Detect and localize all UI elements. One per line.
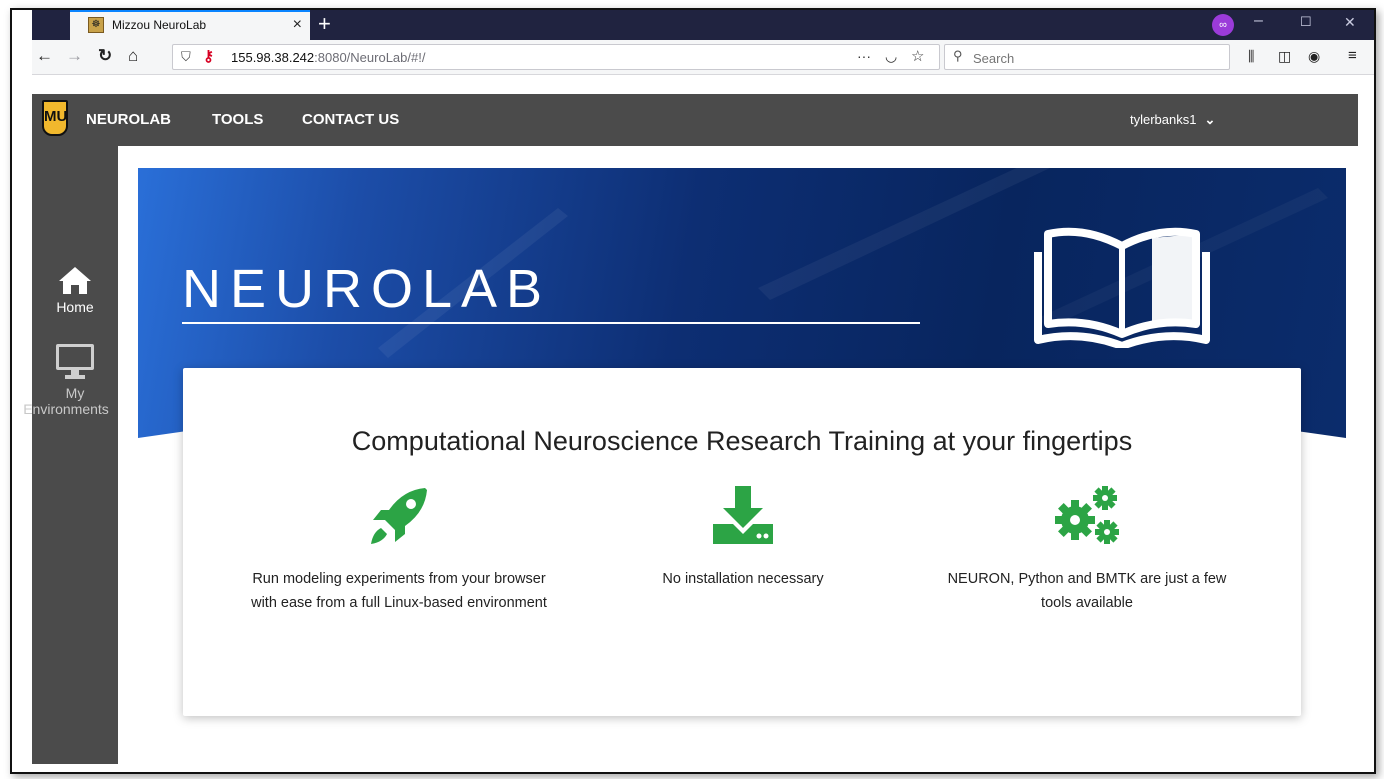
pocket-icon[interactable]: ◡ bbox=[885, 48, 897, 65]
home-button-icon[interactable]: ⌂ bbox=[128, 46, 138, 66]
bookmark-star-icon[interactable]: ☆ bbox=[911, 47, 924, 65]
sidebar-item-home[interactable]: Home bbox=[32, 264, 118, 315]
sidebar-item-label: Home bbox=[56, 299, 94, 315]
sidebar: Home My Environments bbox=[23, 146, 118, 764]
close-window-button[interactable]: ✕ bbox=[1344, 14, 1356, 31]
feature-tools-available: NEURON, Python and BMTK are just a few t… bbox=[937, 484, 1237, 615]
hero-title: NEUROLAB bbox=[182, 259, 552, 319]
nav-contact-us[interactable]: CONTACT US bbox=[302, 111, 399, 128]
search-icon: ⚲ bbox=[953, 48, 963, 63]
hero-underline bbox=[182, 322, 920, 324]
feature-run-modeling: Run modeling experiments from your brows… bbox=[249, 484, 549, 615]
account-icon[interactable]: ◉ bbox=[1308, 46, 1320, 66]
feature-card: Computational Neuroscience Research Trai… bbox=[183, 368, 1301, 716]
page-actions-icon[interactable]: ··· bbox=[857, 48, 871, 64]
tab-title: Mizzou NeuroLab bbox=[112, 18, 207, 32]
feature-no-installation: No installation necessary bbox=[593, 484, 893, 591]
user-menu[interactable]: tylerbanks1 ⌄ bbox=[1130, 112, 1215, 128]
chevron-down-icon: ⌄ bbox=[1204, 112, 1216, 127]
new-tab-button[interactable]: + bbox=[318, 10, 331, 38]
navigation-toolbar: ← → ↻ ⌂ ⛉ ⚷ 155.98.38.242:8080/NeuroLab/… bbox=[32, 40, 1374, 75]
browser-window: ☸ Mizzou NeuroLab × + ∞ – ☐ ✕ ← → ↻ ⌂ ⛉ … bbox=[10, 8, 1376, 774]
maximize-button[interactable]: ☐ bbox=[1300, 14, 1312, 30]
url-text[interactable]: 155.98.38.242:8080/NeuroLab/#!/ bbox=[231, 50, 425, 65]
open-book-icon bbox=[1034, 227, 1210, 348]
sidebar-item-label: My bbox=[65, 385, 85, 401]
gears-icon bbox=[1055, 486, 1119, 544]
feature-text: Run modeling experiments from your brows… bbox=[251, 571, 547, 611]
rocket-icon bbox=[371, 488, 427, 544]
forward-arrow-icon[interactable]: → bbox=[66, 46, 83, 66]
app-header: MU NEUROLAB TOOLS CONTACT US tylerbanks1… bbox=[32, 94, 1358, 146]
tab-close-icon[interactable]: × bbox=[293, 16, 302, 34]
sidebar-toggle-icon[interactable]: ◫ bbox=[1278, 46, 1291, 66]
monitor-icon bbox=[56, 344, 94, 379]
search-input[interactable] bbox=[971, 48, 1225, 68]
sidebar-item-label: Environments bbox=[23, 401, 109, 417]
minimize-button[interactable]: – bbox=[1254, 12, 1263, 30]
nav-neurolab[interactable]: NEUROLAB bbox=[86, 111, 171, 128]
search-box[interactable]: ⚲ bbox=[944, 44, 1230, 70]
download-icon bbox=[713, 486, 773, 544]
nav-tools[interactable]: TOOLS bbox=[212, 111, 263, 128]
sidebar-item-my-environments[interactable]: My Environments bbox=[23, 342, 118, 417]
insecure-lock-icon[interactable]: ⚷ bbox=[203, 47, 214, 65]
menu-icon[interactable]: ≡ bbox=[1348, 46, 1357, 66]
tab-mizzou-neurolab[interactable]: ☸ Mizzou NeuroLab × bbox=[70, 10, 310, 40]
address-bar[interactable]: ⛉ ⚷ 155.98.38.242:8080/NeuroLab/#!/ ··· … bbox=[172, 44, 940, 70]
private-mask-icon[interactable]: ∞ bbox=[1212, 14, 1234, 36]
back-arrow-icon[interactable]: ← bbox=[36, 46, 53, 66]
library-icon[interactable]: ⫼ bbox=[1248, 46, 1254, 66]
feature-text: No installation necessary bbox=[662, 571, 824, 587]
tab-bar: ☸ Mizzou NeuroLab × + ∞ – ☐ ✕ bbox=[32, 10, 1374, 40]
username: tylerbanks1 bbox=[1130, 112, 1197, 127]
shield-icon[interactable]: ⛉ bbox=[181, 49, 191, 65]
feature-text: NEURON, Python and BMTK are just a few t… bbox=[947, 571, 1227, 611]
reload-icon[interactable]: ↻ bbox=[98, 46, 112, 66]
home-icon bbox=[59, 267, 91, 294]
card-title: Computational Neuroscience Research Trai… bbox=[351, 426, 1133, 456]
mizzou-logo[interactable]: MU bbox=[42, 100, 68, 136]
favicon-icon: ☸ bbox=[88, 17, 104, 33]
